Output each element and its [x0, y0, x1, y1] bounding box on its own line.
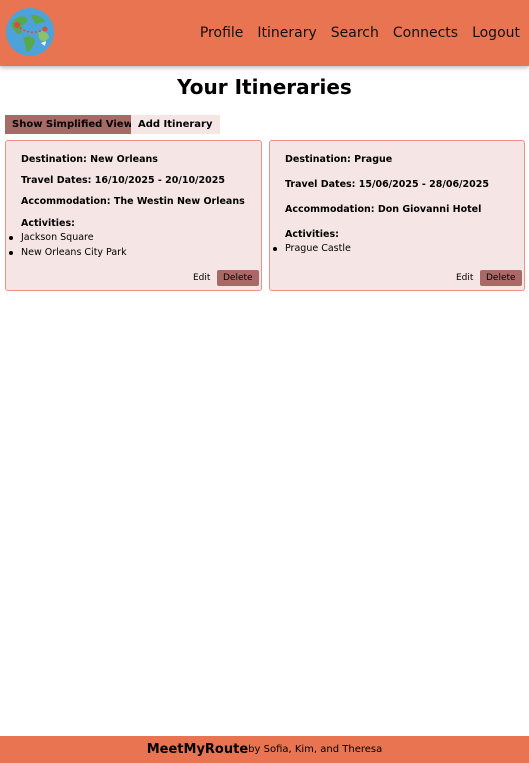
destination-text: Destination: Prague	[285, 154, 393, 165]
globe-logo-icon[interactable]	[5, 7, 55, 57]
top-header: Profile Itinerary Search Connects Logout	[0, 0, 529, 66]
nav-connects[interactable]: Connects	[393, 24, 458, 42]
footer: MeetMyRoute by Sofia, Kim, and Theresa	[0, 736, 529, 763]
nav-logout[interactable]: Logout	[472, 24, 520, 42]
main-nav: Profile Itinerary Search Connects Logout	[200, 24, 520, 42]
edit-button[interactable]: Edit	[193, 271, 210, 286]
delete-button[interactable]: Delete	[480, 270, 522, 286]
travel-dates-text: Travel Dates: 16/10/2025 - 20/10/2025	[21, 175, 225, 186]
itinerary-card: Destination: New Orleans Travel Dates: 1…	[5, 140, 262, 291]
activities-heading: Activities:	[285, 229, 339, 240]
page-title: Your Itineraries	[177, 75, 352, 99]
add-itinerary-button[interactable]: Add Itinerary	[131, 115, 220, 134]
activity-item: New Orleans City Park	[9, 247, 127, 258]
activities-list: Jackson Square New Orleans City Park	[6, 230, 127, 260]
nav-search[interactable]: Search	[331, 24, 379, 42]
itinerary-card: Destination: Prague Travel Dates: 15/06/…	[269, 140, 525, 291]
travel-dates-text: Travel Dates: 15/06/2025 - 28/06/2025	[285, 179, 489, 190]
activities-heading: Activities:	[21, 218, 75, 229]
show-simplified-view-button[interactable]: Show Simplified View	[5, 115, 140, 134]
activity-item: Prague Castle	[273, 243, 351, 254]
nav-itinerary[interactable]: Itinerary	[257, 24, 316, 42]
footer-brand: MeetMyRoute	[146, 742, 249, 757]
accommodation-text: Accommodation: Don Giovanni Hotel	[285, 204, 482, 215]
accommodation-text: Accommodation: The Westin New Orleans	[21, 196, 245, 207]
edit-button[interactable]: Edit	[456, 271, 473, 286]
activity-item: Jackson Square	[9, 230, 127, 245]
nav-profile[interactable]: Profile	[200, 24, 244, 42]
activities-list: Prague Castle	[270, 241, 351, 256]
destination-text: Destination: New Orleans	[21, 154, 158, 165]
footer-credit: by Sofia, Kim, and Theresa	[248, 744, 383, 755]
delete-button[interactable]: Delete	[217, 270, 259, 286]
